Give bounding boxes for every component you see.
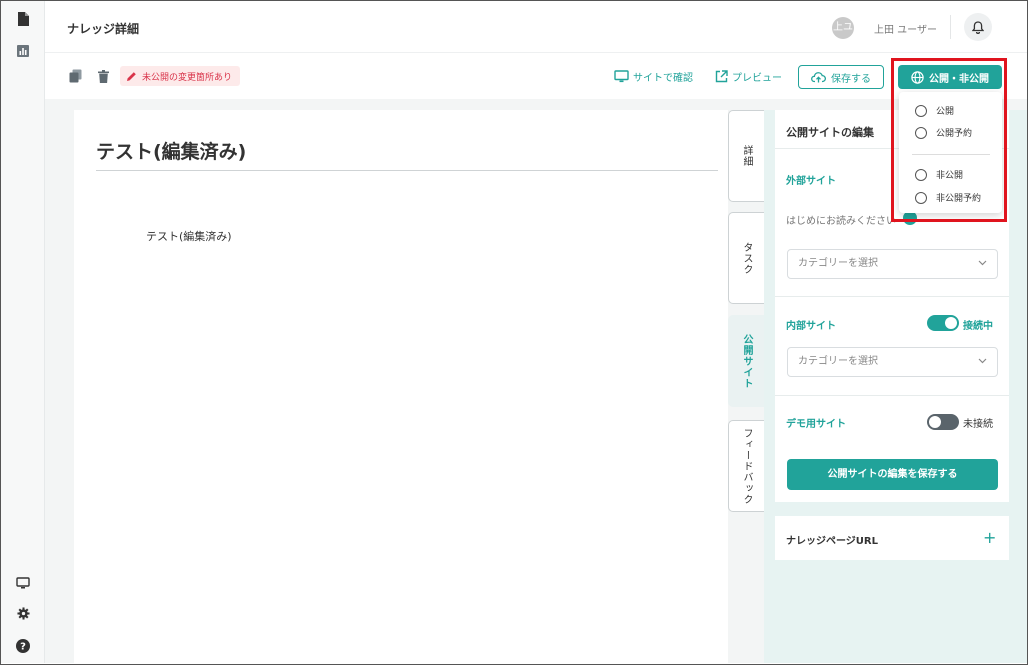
toggle-knob [945,317,957,329]
chevron-down-icon [978,260,987,266]
monitor-nav-icon[interactable] [13,573,33,593]
knowledge-url-label: ナレッジページURL [786,536,878,547]
settings-gear-icon[interactable] [13,603,33,623]
left-nav-rail: ? [1,1,45,663]
avatar[interactable]: 上ユ [832,17,854,39]
svg-text:?: ? [20,642,26,653]
pencil-icon [127,71,136,81]
external-link-icon [715,70,728,83]
document-title[interactable]: テスト(編集済み) [96,137,246,164]
document-body[interactable]: テスト(編集済み) [146,228,232,244]
view-site-link[interactable]: サイトで確認 [614,69,693,84]
preview-link[interactable]: プレビュー [715,69,782,84]
demo-site-status: 未接続 [963,419,993,430]
tab-tasks[interactable]: タスク [728,212,764,304]
tab-details[interactable]: 詳細 [728,110,764,202]
header-divider [950,15,951,39]
chevron-down-icon [978,358,987,364]
username[interactable]: 上田 ユーザー [874,21,937,36]
document-editor[interactable] [74,110,728,663]
top-header: ナレッジ詳細 上ユ 上田 ユーザー [45,1,1027,53]
tab-tasks-label: タスク [741,241,752,275]
preview-label: プレビュー [732,73,782,84]
tab-public-site[interactable]: 公開サイト [728,315,764,407]
save-button[interactable]: 保存する [798,65,884,89]
external-site-subtext[interactable]: はじめにお読みください [786,212,899,227]
add-url-icon[interactable]: + [983,528,996,547]
tab-public-site-label: 公開サイト [741,333,752,389]
external-category-placeholder: カテゴリーを選択 [798,258,878,269]
demo-site-label: デモ用サイト [786,419,846,430]
status-badge: 未公開の変更箇所あり [120,66,241,86]
internal-site-label: 内部サイト [786,321,836,332]
view-site-label: サイトで確認 [633,73,693,84]
internal-category-select[interactable]: カテゴリーを選択 [787,347,998,377]
monitor-icon [614,70,629,83]
tab-details-label: 詳細 [741,145,752,167]
save-button-label: 保存する [831,73,871,85]
cloud-upload-icon [811,72,826,83]
save-public-site-button[interactable]: 公開サイトの編集を保存する [787,459,998,490]
section-divider [775,296,1009,297]
toolbar: 未公開の変更箇所あり サイトで確認 プレビュー 保存する 公開・非公開 [45,53,1027,99]
external-category-select[interactable]: カテゴリーを選択 [787,249,998,279]
panel-header: 公開サイトの編集 [786,126,874,139]
internal-category-placeholder: カテゴリーを選択 [798,356,878,367]
external-site-label: 外部サイト [786,176,836,187]
notification-bell-icon[interactable] [964,13,992,41]
title-underline [96,170,718,171]
toggle-knob [929,416,941,428]
internal-site-status: 接続中 [963,321,993,332]
tab-feedback-label: フィードバック [741,427,752,505]
trash-icon[interactable] [96,68,110,84]
highlight-box [891,58,1007,222]
document-nav-icon[interactable] [13,9,33,29]
tab-feedback[interactable]: フィードバック [728,420,764,512]
internal-site-toggle[interactable] [927,315,959,331]
demo-site-toggle[interactable] [927,414,959,430]
analytics-nav-icon[interactable] [13,41,33,61]
help-icon[interactable]: ? [13,636,33,656]
section-divider [775,395,1009,396]
copy-icon[interactable] [68,68,82,84]
status-badge-text: 未公開の変更箇所あり [142,72,233,83]
page-title: ナレッジ詳細 [67,22,140,36]
